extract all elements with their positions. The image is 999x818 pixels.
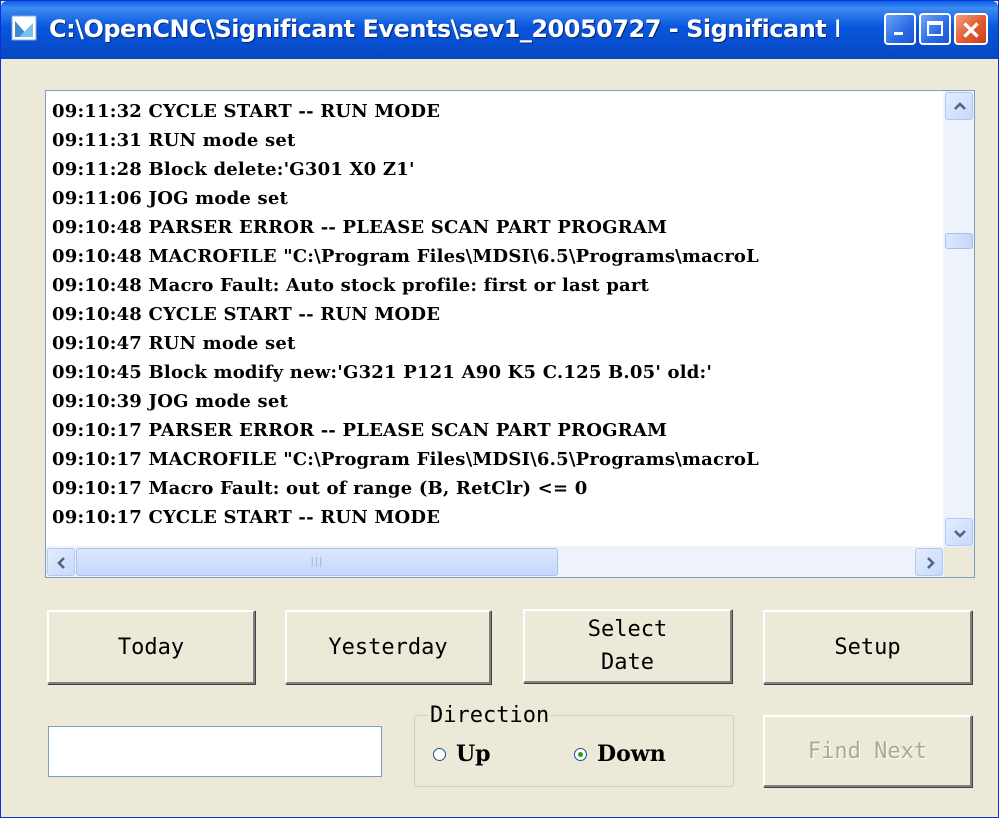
radio-unselected-icon	[433, 747, 446, 761]
log-line[interactable]: 09:11:06 JOG mode set	[52, 184, 288, 213]
today-button[interactable]: Today	[47, 610, 255, 684]
log-line[interactable]: 09:10:17 CYCLE START -- RUN MODE	[52, 503, 440, 532]
select-date-button[interactable]: Select Date	[523, 609, 732, 683]
scroll-right-button[interactable]	[915, 548, 943, 576]
window-title: C:\OpenCNC\Significant Events\sev1_20050…	[49, 15, 839, 43]
direction-up-label: Up	[456, 741, 491, 767]
minimize-button[interactable]	[884, 13, 916, 45]
direction-down-radio[interactable]: Down	[574, 741, 666, 767]
title-bar[interactable]: C:\OpenCNC\Significant Events\sev1_20050…	[1, 1, 998, 59]
log-line[interactable]: 09:11:28 Block delete:'G301 X0 Z1'	[52, 155, 415, 184]
direction-down-label: Down	[597, 741, 666, 767]
close-icon	[963, 22, 979, 38]
scroll-corner	[944, 547, 974, 577]
select-date-label-line2: Date	[601, 650, 654, 675]
direction-up-radio[interactable]: Up	[433, 741, 491, 767]
maximize-icon	[927, 21, 943, 36]
direction-group-label: Direction	[428, 702, 552, 730]
scroll-grip-icon: |||	[310, 556, 324, 568]
log-line[interactable]: 09:10:48 PARSER ERROR -- PLEASE SCAN PAR…	[52, 213, 667, 242]
app-icon	[11, 15, 37, 41]
minimize-icon	[894, 32, 903, 35]
horizontal-scrollbar[interactable]: |||	[46, 546, 944, 577]
log-line[interactable]: 09:10:48 MACROFILE "C:\Program Files\MDS…	[52, 242, 759, 271]
chevron-right-icon	[927, 557, 935, 569]
significant-events-window: C:\OpenCNC\Significant Events\sev1_20050…	[0, 0, 999, 818]
scroll-left-button[interactable]	[47, 548, 75, 576]
vertical-scroll-thumb[interactable]	[945, 233, 973, 249]
radio-selected-icon	[574, 747, 587, 761]
log-line[interactable]: 09:10:48 CYCLE START -- RUN MODE	[52, 300, 440, 329]
yesterday-button[interactable]: Yesterday	[285, 610, 491, 684]
maximize-button[interactable]	[919, 13, 951, 45]
scroll-up-button[interactable]	[945, 92, 973, 120]
scroll-down-button[interactable]	[945, 518, 973, 546]
log-line[interactable]: 09:10:17 MACROFILE "C:\Program Files\MDS…	[52, 445, 759, 474]
log-line[interactable]: 09:11:31 RUN mode set	[52, 126, 296, 155]
log-line[interactable]: 09:10:48 Macro Fault: Auto stock profile…	[52, 271, 649, 300]
search-input[interactable]	[48, 726, 382, 777]
chevron-left-icon	[57, 557, 65, 569]
vertical-scrollbar[interactable]	[943, 91, 974, 547]
log-line[interactable]: 09:10:45 Block modify new:'G321 P121 A90…	[52, 358, 712, 387]
close-button[interactable]	[954, 13, 988, 45]
horizontal-scroll-thumb[interactable]: |||	[76, 548, 558, 576]
chevron-down-icon	[954, 530, 966, 538]
event-log-list[interactable]: 09:11:32 CYCLE START -- RUN MODE 09:11:3…	[45, 90, 975, 578]
chevron-up-icon	[954, 102, 966, 110]
select-date-label-line1: Select	[587, 617, 668, 642]
log-line[interactable]: 09:10:47 RUN mode set	[52, 329, 296, 358]
log-line[interactable]: 09:10:17 Macro Fault: out of range (B, R…	[52, 474, 587, 503]
log-line[interactable]: 09:10:39 JOG mode set	[52, 387, 288, 416]
log-line[interactable]: 09:11:32 CYCLE START -- RUN MODE	[52, 97, 440, 126]
log-line[interactable]: 09:10:17 PARSER ERROR -- PLEASE SCAN PAR…	[52, 416, 667, 445]
setup-button[interactable]: Setup	[763, 610, 972, 684]
find-next-button[interactable]: Find Next	[763, 715, 972, 787]
event-log-content: 09:11:32 CYCLE START -- RUN MODE 09:11:3…	[46, 91, 944, 547]
